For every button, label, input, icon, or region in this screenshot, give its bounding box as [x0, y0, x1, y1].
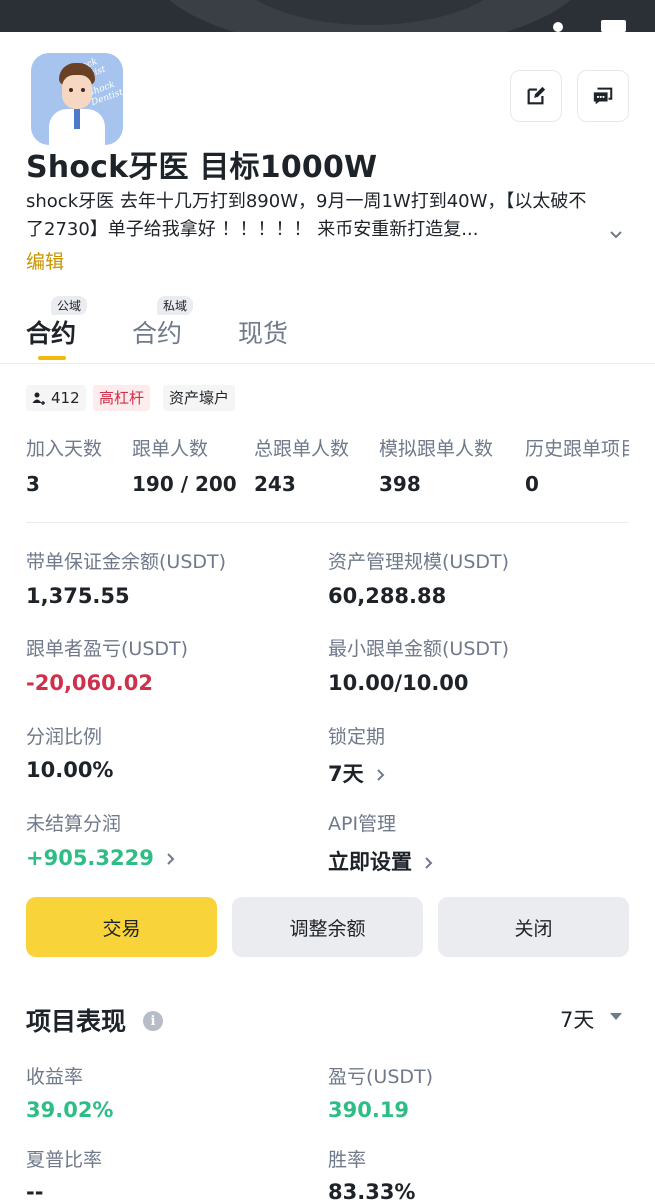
chat-icon [593, 87, 613, 105]
pnl-value: 390.19 [328, 1098, 410, 1122]
edit-profile-button[interactable] [510, 70, 562, 122]
status-bar [0, 0, 655, 32]
sharpe-label: 夏普比率 [26, 1149, 103, 1171]
margin-balance-label: 带单保证金余额(USDT) [26, 551, 227, 573]
pnl-label: 盈亏(USDT) [328, 1066, 434, 1088]
caret-down-icon[interactable] [610, 1013, 622, 1020]
active-tab-indicator [38, 356, 66, 360]
lock-period-value: 7天 [328, 762, 364, 786]
follower-pnl-value: -20,060.02 [26, 671, 153, 695]
stat-value-mock-copiers: 398 [379, 472, 421, 496]
status-icon [601, 20, 626, 32]
avatar[interactable]: Shock Dentist Shock Dentist [26, 48, 128, 150]
profile-bio: shock牙医 去年十几万打到890W，9月一周1W打到40W，【以太破不了27… [26, 191, 587, 240]
profit-share-value: 10.00% [26, 758, 114, 782]
users-icon [32, 392, 45, 405]
stat-label-mock-copiers: 模拟跟单人数 [379, 438, 494, 460]
followers-chip: 412 [26, 385, 86, 411]
tab-badge-public: 公域 [51, 296, 88, 315]
stat-value-total-copiers: 243 [254, 472, 296, 496]
stat-value-days: 3 [26, 472, 40, 496]
whale-badge: 资产壕户 [163, 385, 236, 411]
stat-label-copiers: 跟单人数 [132, 438, 209, 460]
chevron-down-icon[interactable] [607, 226, 625, 244]
message-button[interactable] [577, 70, 629, 122]
chevron-right-icon [167, 853, 175, 865]
chevron-right-icon [376, 769, 385, 781]
tabs-divider [0, 363, 655, 364]
margin-balance-value: 1,375.55 [26, 584, 130, 608]
avatar-tie [74, 109, 80, 129]
api-label: API管理 [328, 813, 397, 835]
min-copy-label: 最小跟单金额(USDT) [328, 638, 510, 660]
aum-label: 资产管理规模(USDT) [328, 551, 510, 573]
aum-value: 60,288.88 [328, 584, 447, 608]
close-button[interactable]: 关闭 [438, 897, 629, 957]
adjust-balance-button[interactable]: 调整余额 [232, 897, 423, 957]
roi-label: 收益率 [26, 1066, 84, 1088]
tab-spot[interactable]: 现货 [238, 314, 288, 350]
profile-name: Shock牙医 目标1000W [26, 150, 378, 185]
api-setup-value: 立即设置 [328, 850, 412, 874]
profile-card: Shock Dentist Shock Dentist Shock牙医 目标10… [0, 32, 655, 1200]
chevron-right-icon [425, 857, 433, 869]
followers-count: 412 [51, 389, 80, 407]
stat-value-history: 0 [525, 472, 539, 496]
high-leverage-badge: 高杠杆 [93, 385, 151, 411]
unsettled-profit-value: +905.3229 [26, 846, 154, 870]
stat-value-copiers: 190 / 200 [132, 472, 237, 496]
edit-link[interactable]: 编辑 [26, 247, 64, 274]
avatar-face [62, 75, 92, 109]
lock-period-link[interactable]: 7天 [328, 758, 388, 788]
avatar-image: Shock Dentist Shock Dentist [31, 53, 123, 145]
roi-value: 39.02% [26, 1098, 114, 1122]
stat-label-total-copiers: 总跟单人数 [254, 438, 350, 460]
winrate-label: 胜率 [328, 1149, 367, 1171]
api-setup-link[interactable]: 立即设置 [328, 846, 436, 876]
tab-futures-public[interactable]: 合约 [26, 314, 76, 350]
performance-title: 项目表现 [26, 1007, 127, 1036]
edit-icon [527, 86, 546, 105]
follower-pnl-label: 跟单者盈亏(USDT) [26, 638, 189, 660]
tab-badge-private: 私域 [157, 296, 194, 315]
unsettled-profit-link[interactable]: +905.3229 [26, 846, 178, 870]
unsettled-profit-label: 未结算分润 [26, 813, 122, 835]
trade-button[interactable]: 交易 [26, 897, 217, 957]
info-icon[interactable]: i [143, 1011, 163, 1031]
status-icon [553, 22, 563, 32]
sharpe-value: -- [26, 1180, 44, 1200]
min-copy-value: 10.00/10.00 [328, 671, 469, 695]
stat-label-history: 历史跟单项目 [525, 438, 629, 460]
winrate-value: 83.33% [328, 1180, 416, 1200]
profit-share-label: 分润比例 [26, 726, 103, 748]
period-selector[interactable]: 7天 [560, 1004, 594, 1034]
avatar-eye [69, 88, 73, 92]
tab-futures-private[interactable]: 合约 [132, 314, 182, 350]
lock-period-label: 锁定期 [328, 726, 386, 748]
section-divider [26, 522, 629, 523]
avatar-eye [81, 88, 85, 92]
stat-label-days: 加入天数 [26, 438, 103, 460]
